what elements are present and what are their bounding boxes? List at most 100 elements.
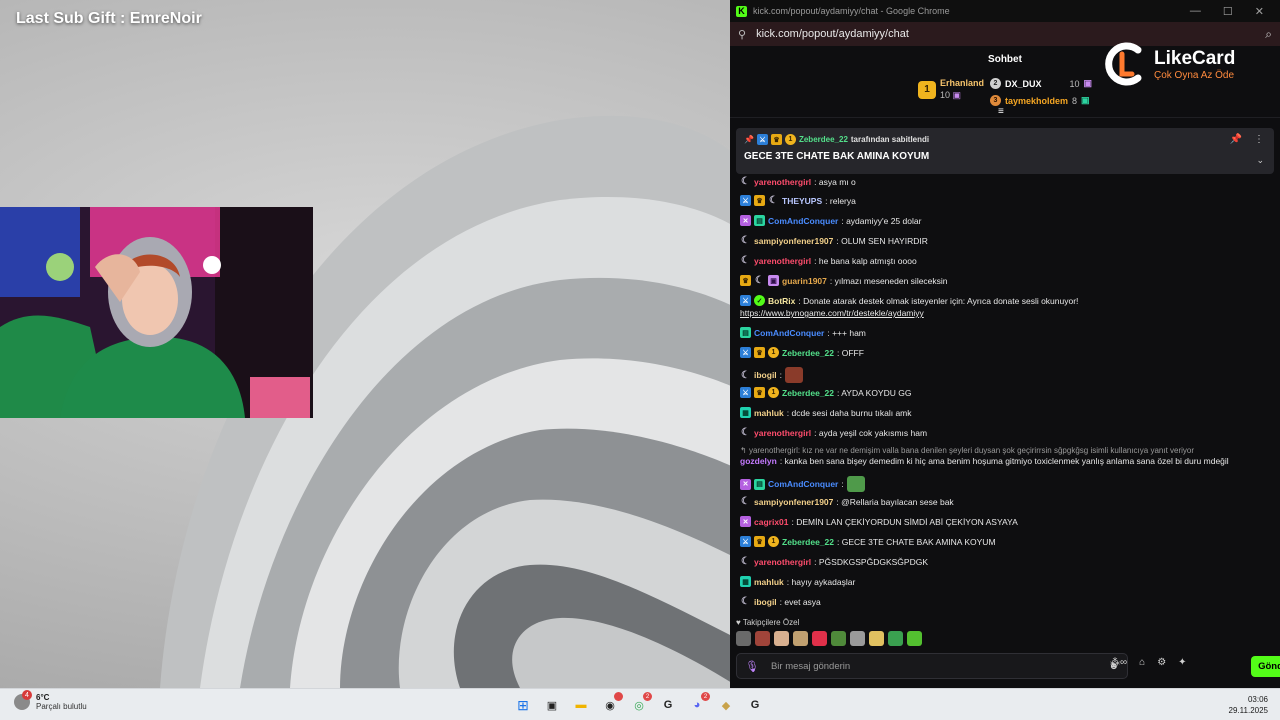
send-button[interactable]: Gönder [1251,656,1280,677]
moderator-badge-icon: ⚔ [740,536,751,547]
emote-image[interactable] [774,631,789,646]
address-bar[interactable]: ⚲ kick.com/popout/aydamiyy/chat ⌕ [730,22,1280,46]
chat-username[interactable]: BotRix [768,296,795,306]
top-gifter-1[interactable]: 1 Erhanland 10 ▣ [918,78,984,101]
chat-username[interactable]: Zeberdee_22 [782,388,834,398]
chat-username[interactable]: sampiyonfener1907 [754,236,833,246]
chat-username[interactable]: mahluk [754,408,784,418]
windows-start-icon[interactable]: ⊞ [512,694,534,716]
chat-username[interactable]: yarenothergirl [754,428,811,438]
chat-text: : aydamiyy'e 25 dolar [841,215,922,226]
clock-time: 03:06 [1247,695,1268,704]
obs-icon[interactable]: ◉ [599,692,623,716]
chat-message: gozdelyn : kanka ben sana bişey demedim … [740,456,1272,466]
likecard-tagline: Çok Oyna Az Öde [1154,70,1235,81]
system-clock[interactable]: 03:06 29.11.2025 [1229,694,1268,716]
emote-image [846,476,865,492]
chat-message: ☾ yarenothergirl : PĞSDKGSPĞDGKSĞPDGK [740,556,1272,567]
close-icon[interactable]: ✕ [1255,5,1264,18]
chevron-down-icon[interactable]: ⌄ [1256,155,1264,166]
chat-text: : Donate atarak destek olmak isteyenler … [798,295,1079,306]
chat-username[interactable]: Zeberdee_22 [782,348,834,358]
unpin-icon[interactable]: 📌 [1230,134,1242,145]
sword-badge-icon: ✕ [740,478,751,490]
emote-image[interactable] [888,631,903,646]
chat-message-input[interactable] [770,660,1109,672]
vip-crown-icon: ♛ [754,347,765,358]
chat-username[interactable]: ibogil [754,597,777,607]
task-view-icon[interactable]: ▣ [541,694,563,716]
extension-icon[interactable]: ✦ [1178,657,1186,668]
chat-username[interactable]: THEYUPS [782,196,822,206]
chat-username[interactable]: gozdelyn [740,456,777,466]
weather-widget[interactable]: 4 6°C Parçalı bulutlu [14,690,87,711]
reply-arrow-icon: ↰ [740,446,747,455]
more-options-icon[interactable]: ⋮ [1254,134,1264,145]
emote-image[interactable] [907,631,922,646]
top-gifter-2[interactable]: 2 DX_DUX 10 ▣ [990,78,1092,89]
weather-condition: Parçalı bulutlu [36,702,87,711]
settings-gear-icon[interactable]: ⚙ [1157,657,1166,668]
moon-badge-icon: ☾ [755,275,764,286]
chat-text: : evet asya [779,596,821,607]
chat-text: : PĞSDKGSPĞDGKSĞPDGK [814,556,928,567]
chat-message: ♛ ☾ ▣ guarin1907 : yılmazı meseneden sil… [740,275,1272,286]
chat-message: ▤ ComAndConquer : +++ ham [740,327,1272,338]
g-app-icon-2[interactable]: G [744,694,766,716]
chat-message: ▦ mahluk : hayıy aykadaşlar [740,576,1272,587]
chat-username[interactable]: yarenothergirl [754,256,811,266]
chat-username[interactable]: ComAndConquer [768,216,838,226]
chat-username[interactable]: ibogil [754,370,777,380]
top-gifter-3[interactable]: 3 taymekholdem 8 ▣ [990,95,1090,106]
microphone-icon[interactable]: 🎙 [745,660,759,673]
reply-context[interactable]: ↰ yarenothergirl: kız ne var ne demişim … [740,446,1194,455]
chat-username[interactable]: guarin1907 [782,276,827,286]
chat-username[interactable]: ComAndConquer [754,328,824,338]
rank-1-medal-icon: 1 [918,80,936,99]
emote-image[interactable] [812,631,827,646]
chat-message: ☾ yarenothergirl : he bana kalp atmıştı … [740,255,1272,266]
pinned-by-user[interactable]: Zeberdee_22 [799,135,848,144]
chrome-icon[interactable]: ◎ 2 [628,692,652,716]
pinned-by-suffix: tarafından sabitlendi [850,135,930,144]
expand-leaderboard-icon[interactable]: ≡ [998,106,1004,117]
emote-image[interactable] [755,631,770,646]
chat-username[interactable]: mahluk [754,577,784,587]
chat-text: : AYDA KOYDU GG [836,387,912,398]
minimize-icon[interactable]: — [1190,5,1201,18]
league-icon[interactable]: ◆ [715,694,737,716]
chat-username[interactable]: sampiyonfener1907 [754,497,833,507]
pin-icon: 📌 [744,135,754,144]
emote-image[interactable] [831,631,846,646]
chat-text: : GECE 3TE CHATE BAK AMINA KOYUM [836,536,996,547]
chat-username[interactable]: cagrix01 [754,517,789,527]
emote-image[interactable] [869,631,884,646]
maximize-icon[interactable]: ☐ [1223,5,1233,18]
donation-link[interactable]: https://www.bynogame.com/tr/destekle/ayd… [740,308,924,318]
site-settings-icon[interactable]: ⚲ [738,28,746,41]
emote-image[interactable] [793,631,808,646]
g-app-icon[interactable]: G [657,694,679,716]
discord-icon[interactable]: ◕ 2 [686,692,710,716]
emote-image[interactable] [736,631,751,646]
chat-input-box[interactable]: 🎙 ☻ [736,653,1128,679]
points-icon[interactable]: ⁂∞ [1110,657,1127,668]
rank-2-medal-icon: 2 [990,78,1001,89]
url-text[interactable]: kick.com/popout/aydamiyy/chat [756,28,909,40]
emote-image[interactable] [850,631,865,646]
chat-message: ☾ yarenothergirl : asya mı o [740,176,1272,187]
pinned-message[interactable]: 📌 ⚔ ♛ 1 Zeberdee_22 tarafından sabitlend… [736,128,1274,174]
chat-text: : ayda yeşil cok yakısmıs ham [814,427,928,438]
chat-username[interactable]: ComAndConquer [768,479,838,489]
chat-username[interactable]: yarenothergirl [754,177,811,187]
file-explorer-icon[interactable]: ▬ [570,694,592,716]
chat-username[interactable]: yarenothergirl [754,557,811,567]
chat-text: : kanka ben sana bişey demedim ki hiç am… [779,456,1229,466]
chat-text: : [841,479,844,489]
taskbar-apps: ⊞ ▣ ▬ ◉ ◎ 2 G ◕ 2 ◆ G [512,692,766,716]
moon-badge-icon: ☾ [741,556,750,567]
moon-badge-icon: ☾ [769,195,778,206]
store-icon[interactable]: ⌂ [1139,657,1145,668]
chat-username[interactable]: Zeberdee_22 [782,537,834,547]
search-icon[interactable]: ⌕ [1265,27,1272,42]
